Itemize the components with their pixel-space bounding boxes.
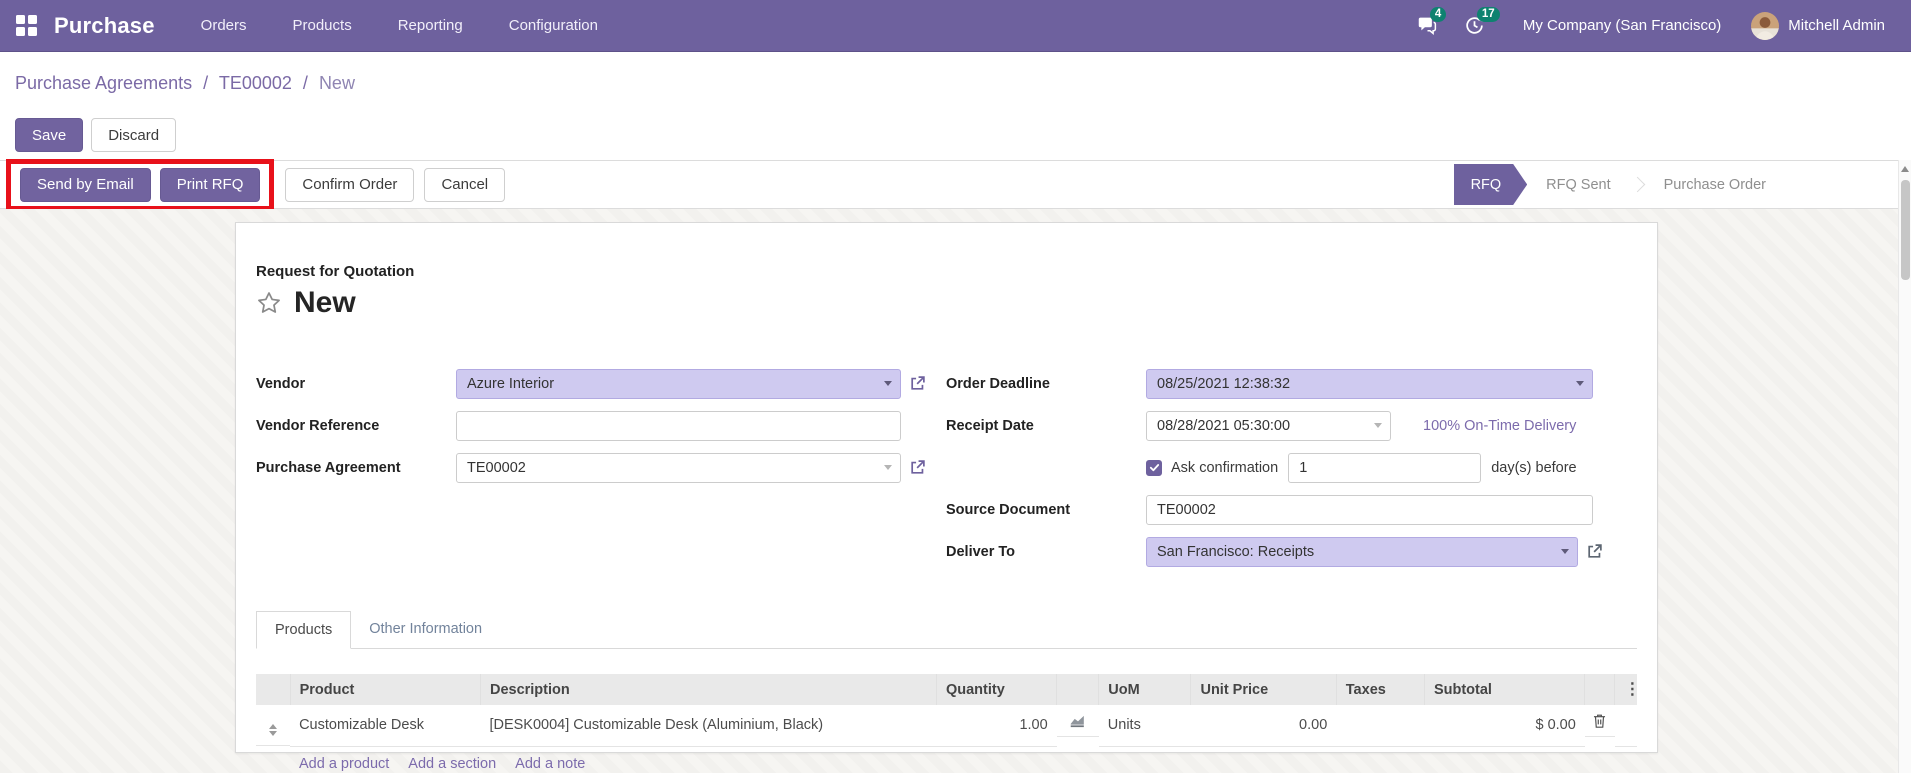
user-menu[interactable]: Mitchell Admin	[1788, 17, 1885, 34]
menu-orders[interactable]: Orders	[201, 17, 247, 34]
on-time-delivery-text: 100% On-Time Delivery	[1423, 417, 1577, 434]
breadcrumb-te00002[interactable]: TE00002	[219, 73, 292, 93]
receipt-date-label: Receipt Date	[946, 417, 1034, 434]
drag-handle-icon[interactable]	[269, 723, 278, 736]
source-document-input[interactable]	[1146, 494, 1593, 525]
menu-reporting[interactable]: Reporting	[398, 17, 463, 34]
forecast-chart-icon[interactable]	[1069, 713, 1087, 729]
favorite-star-icon[interactable]	[256, 290, 282, 316]
taxes-column-header[interactable]: Taxes	[1335, 674, 1425, 705]
app-title[interactable]: Purchase	[54, 13, 155, 39]
deliver-to-input[interactable]	[1146, 536, 1578, 567]
confirmation-days-input[interactable]	[1288, 452, 1482, 483]
breadcrumb-separator: /	[203, 73, 209, 93]
table-row[interactable]: Customizable Desk [DESK0004] Customizabl…	[256, 705, 1637, 747]
ask-confirmation-checkbox[interactable]	[1146, 459, 1162, 476]
form-view-background: Request for Quotation New Vendor Azure I…	[0, 209, 1911, 773]
messages-count-badge: 4	[1429, 7, 1447, 22]
row-actions-column-header	[1584, 674, 1615, 705]
purchase-agreement-input[interactable]	[456, 452, 901, 483]
cell-quantity[interactable]: 1.00	[936, 705, 1057, 747]
print-rfq-button[interactable]: Print RFQ	[159, 167, 261, 202]
add-a-note-link[interactable]: Add a note	[515, 756, 585, 772]
highlight-annotation-box: Send by Email Print RFQ	[6, 158, 275, 211]
form-sheet: Request for Quotation New Vendor Azure I…	[235, 222, 1658, 772]
cell-unit-price[interactable]: 0.00	[1190, 705, 1337, 747]
breadcrumb-separator: /	[302, 73, 308, 93]
order-deadline-input[interactable]	[1146, 368, 1593, 399]
top-navbar: Purchase Orders Products Reporting Confi…	[0, 0, 1911, 52]
product-column-header[interactable]: Product	[289, 674, 481, 705]
breadcrumb: Purchase Agreements / TE00002 / New	[15, 72, 1911, 94]
cell-taxes[interactable]	[1336, 705, 1425, 747]
save-button[interactable]: Save	[15, 118, 84, 152]
stage-rfq[interactable]: RFQ	[1454, 164, 1528, 205]
stage-pipeline: RFQ RFQ Sent Purchase Order	[1454, 164, 1911, 205]
tab-products[interactable]: Products	[256, 611, 352, 649]
unit-price-column-header[interactable]: Unit Price	[1190, 674, 1337, 705]
column-options-header[interactable]: ⋮	[1614, 674, 1640, 705]
subtotal-column-header[interactable]: Subtotal	[1423, 674, 1585, 705]
handle-column-header	[256, 674, 291, 705]
discard-button[interactable]: Discard	[91, 118, 177, 152]
menu-products[interactable]: Products	[293, 17, 352, 34]
activities-button[interactable]: 17	[1464, 7, 1500, 36]
vendor-input[interactable]	[456, 368, 901, 399]
delete-row-trash-icon[interactable]	[1592, 713, 1607, 729]
doc-type-label: Request for Quotation	[256, 263, 415, 280]
source-document-label: Source Document	[946, 501, 1071, 518]
add-a-section-link[interactable]: Add a section	[408, 756, 496, 772]
tab-other-information[interactable]: Other Information	[351, 611, 500, 648]
stage-rfq-sent[interactable]: RFQ Sent	[1527, 177, 1629, 193]
messages-button[interactable]: 4	[1417, 7, 1447, 36]
description-column-header[interactable]: Description	[479, 674, 937, 705]
ask-confirmation-label[interactable]: Ask confirmation	[1171, 460, 1278, 476]
column-options-icon[interactable]: ⋮	[1624, 681, 1640, 698]
add-a-product-link[interactable]: Add a product	[299, 756, 389, 772]
cell-product[interactable]: Customizable Desk	[290, 705, 481, 747]
apps-menu-icon[interactable]	[16, 14, 38, 37]
order-lines-table: Product Description Quantity UoM Unit Pr…	[256, 674, 1640, 747]
breadcrumb-current: New	[318, 73, 355, 93]
cell-subtotal: $ 0.00	[1424, 705, 1585, 747]
company-switcher[interactable]: My Company (San Francisco)	[1523, 17, 1721, 34]
vendor-external-link-icon[interactable]	[909, 375, 926, 392]
cancel-button[interactable]: Cancel	[424, 167, 506, 202]
breadcrumb-purchase-agreements[interactable]: Purchase Agreements	[15, 73, 192, 93]
stage-purchase-order[interactable]: Purchase Order	[1645, 177, 1785, 193]
forecast-column-header	[1056, 674, 1099, 705]
table-footer-links: Add a product Add a section Add a note	[256, 747, 1637, 772]
days-before-text: day(s) before	[1491, 459, 1577, 476]
uom-column-header[interactable]: UoM	[1098, 674, 1191, 705]
edit-toolbar: Save Discard	[0, 94, 1911, 152]
purchase-agreement-external-link-icon[interactable]	[909, 459, 926, 476]
statusbar: Send by Email Print RFQ Confirm Order Ca…	[0, 158, 1911, 211]
purchase-agreement-label: Purchase Agreement	[256, 459, 401, 476]
scroll-up-arrow-icon[interactable]	[1901, 166, 1909, 172]
cell-description[interactable]: [DESK0004] Customizable Desk (Aluminium,…	[480, 705, 937, 747]
menu-configuration[interactable]: Configuration	[509, 17, 598, 34]
vendor-reference-label: Vendor Reference	[256, 417, 380, 434]
scrollbar-thumb[interactable]	[1900, 180, 1910, 280]
confirm-order-button[interactable]: Confirm Order	[285, 167, 415, 202]
order-deadline-label: Order Deadline	[946, 375, 1050, 392]
deliver-to-external-link-icon[interactable]	[1586, 543, 1603, 560]
user-avatar[interactable]	[1751, 11, 1780, 40]
chevron-separator-icon	[1629, 176, 1645, 193]
notebook-tabs: Products Other Information	[256, 611, 1637, 649]
cell-uom[interactable]: Units	[1098, 705, 1191, 747]
quantity-column-header[interactable]: Quantity	[935, 674, 1057, 705]
table-header-row: Product Description Quantity UoM Unit Pr…	[256, 674, 1640, 705]
vertical-scrollbar[interactable]	[1898, 160, 1911, 773]
vendor-reference-input[interactable]	[456, 410, 901, 441]
receipt-date-input[interactable]	[1146, 410, 1391, 441]
record-title: New	[294, 286, 356, 319]
activities-count-badge: 17	[1476, 7, 1500, 22]
vendor-label: Vendor	[256, 375, 306, 392]
deliver-to-label: Deliver To	[946, 543, 1016, 560]
send-by-email-button[interactable]: Send by Email	[20, 167, 151, 202]
